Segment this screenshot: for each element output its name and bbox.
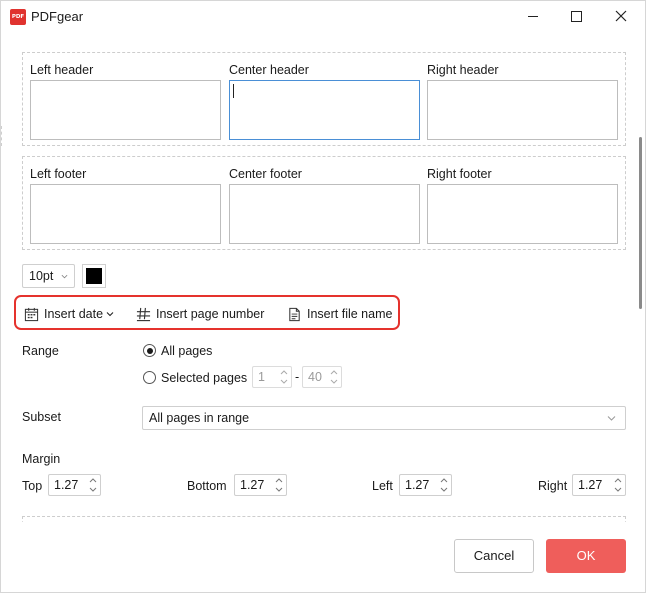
margin-left-stepper[interactable]: 1.27	[399, 474, 452, 496]
insert-file-name-button[interactable]: Insert file name	[287, 305, 392, 323]
center-footer-input[interactable]	[229, 184, 420, 244]
chevron-down-icon	[280, 379, 288, 384]
chevron-down-icon	[607, 416, 616, 421]
chevron-down-icon	[275, 487, 283, 492]
chevron-down-icon	[330, 379, 338, 384]
title-bar: PDF PDFgear	[1, 1, 645, 33]
insert-file-name-label: Insert file name	[307, 307, 393, 321]
selected-pages-radio[interactable]	[143, 371, 156, 384]
left-footer-input[interactable]	[30, 184, 221, 244]
left-footer-label: Left footer	[30, 167, 87, 181]
chevron-down-icon	[89, 487, 97, 492]
margin-right-stepper[interactable]: 1.27	[572, 474, 626, 496]
stepper-arrows	[275, 477, 283, 493]
chevron-up-icon	[614, 478, 622, 483]
cancel-button[interactable]: Cancel	[454, 539, 534, 573]
left-header-input[interactable]	[30, 80, 221, 140]
footer-group: Left footer Center footer Right footer	[22, 156, 626, 250]
chevron-down-icon	[614, 487, 622, 492]
all-pages-radio[interactable]	[143, 344, 156, 357]
range-label: Range	[22, 344, 59, 358]
range-separator: -	[295, 370, 300, 384]
insert-toolbar: Insert date Insert page number Insert fi…	[14, 295, 400, 330]
right-footer-label: Right footer	[427, 167, 492, 181]
color-swatch-fill	[86, 268, 102, 284]
margin-bottom-label: Bottom	[187, 479, 227, 493]
chevron-up-icon	[440, 478, 448, 483]
page-to-stepper[interactable]: 40	[302, 366, 342, 388]
insert-date-button[interactable]: Insert date	[24, 305, 114, 323]
text-caret	[233, 84, 234, 98]
minimize-icon	[528, 15, 538, 17]
window-title: PDFgear	[31, 9, 84, 24]
stepper-arrows	[280, 369, 288, 385]
header-group: Left header Center header Right header	[22, 52, 626, 146]
app-logo-icon: PDF	[10, 9, 26, 25]
all-pages-label: All pages	[161, 344, 213, 358]
margin-label: Margin	[22, 452, 61, 466]
chevron-up-icon	[330, 370, 338, 375]
right-header-label: Right header	[427, 63, 499, 77]
subset-label: Subset	[22, 410, 61, 424]
margin-top-stepper[interactable]: 1.27	[48, 474, 101, 496]
page-from-stepper[interactable]: 1	[252, 366, 292, 388]
margin-bottom-value: 1.27	[240, 478, 265, 492]
font-size-value: 10pt	[29, 269, 54, 283]
subset-value: All pages in range	[149, 411, 250, 425]
left-header-label: Left header	[30, 63, 94, 77]
insert-page-number-button[interactable]: Insert page number	[136, 305, 264, 323]
close-button[interactable]	[599, 1, 643, 31]
stepper-arrows	[330, 369, 338, 385]
calendar-icon	[24, 307, 39, 321]
stepper-arrows	[614, 477, 622, 493]
insert-date-label: Insert date	[44, 307, 104, 321]
chevron-down-icon	[61, 274, 68, 279]
chevron-down-icon	[106, 312, 114, 317]
center-header-input[interactable]	[229, 80, 420, 140]
chevron-down-icon	[440, 487, 448, 492]
stepper-arrows	[89, 477, 97, 493]
stepper-arrows	[440, 477, 448, 493]
margin-right-label: Right	[538, 479, 568, 493]
page-to-value: 40	[308, 370, 322, 384]
subset-dropdown[interactable]: All pages in range	[142, 406, 626, 430]
center-header-label: Center header	[229, 63, 309, 77]
minimize-button[interactable]	[511, 1, 555, 31]
right-footer-input[interactable]	[427, 184, 618, 244]
maximize-icon	[570, 10, 582, 22]
chevron-up-icon	[275, 478, 283, 483]
document-icon	[289, 307, 300, 321]
close-icon	[615, 10, 627, 22]
margin-left-value: 1.27	[405, 478, 430, 492]
right-header-input[interactable]	[427, 80, 618, 140]
margin-bottom-stepper[interactable]: 1.27	[234, 474, 287, 496]
chevron-up-icon	[89, 478, 97, 483]
font-size-dropdown[interactable]: 10pt	[22, 264, 75, 288]
edge-divider	[1, 126, 2, 146]
margin-left-label: Left	[372, 479, 393, 493]
text-color-picker[interactable]	[82, 264, 106, 288]
center-footer-label: Center footer	[229, 167, 302, 181]
margin-top-value: 1.27	[54, 478, 79, 492]
ok-button[interactable]: OK	[546, 539, 626, 573]
margin-top-label: Top	[22, 479, 43, 493]
selected-pages-label: Selected pages	[161, 371, 248, 385]
page-from-value: 1	[258, 370, 265, 384]
page-number-icon	[136, 307, 151, 321]
margin-right-value: 1.27	[578, 478, 603, 492]
vertical-scrollbar[interactable]	[639, 137, 642, 309]
insert-page-number-label: Insert page number	[156, 307, 265, 321]
chevron-up-icon	[280, 370, 288, 375]
dialog-window: PDF PDFgear Left header Center header Ri…	[0, 0, 646, 593]
maximize-button[interactable]	[554, 1, 598, 31]
